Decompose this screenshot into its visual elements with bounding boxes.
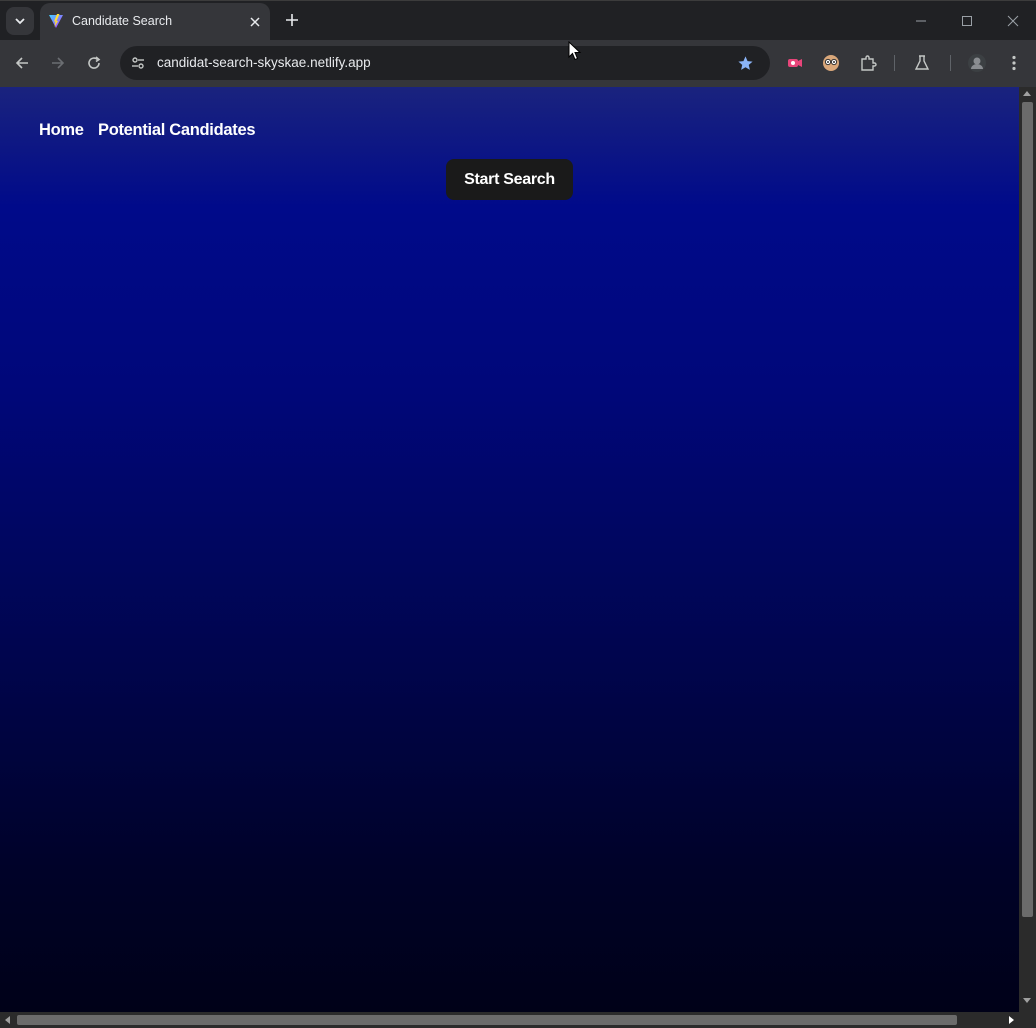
pink-video-extension-icon (788, 59, 802, 67)
scrollbar-corner (1019, 1012, 1036, 1028)
minimize-button[interactable] (909, 9, 933, 33)
tab-strip: Candidate Search (0, 0, 1036, 41)
browser-menu-button[interactable] (1003, 52, 1025, 74)
close-icon (250, 17, 260, 27)
vite-logo-icon (49, 14, 63, 28)
reload-icon (88, 56, 101, 69)
kebab-menu-icon (1012, 55, 1016, 71)
tune-icon (132, 57, 144, 69)
minimize-icon (916, 20, 926, 22)
plus-icon (286, 14, 298, 26)
tab-search-button[interactable] (6, 7, 34, 35)
extension-video-button[interactable] (784, 52, 806, 74)
extensions-button[interactable] (857, 52, 879, 74)
avatar-icon (968, 54, 986, 72)
chevron-down-icon (15, 18, 25, 25)
maximize-button[interactable] (955, 9, 979, 33)
nav-link-home[interactable]: Home (39, 121, 84, 140)
active-tab[interactable]: Candidate Search (40, 3, 270, 41)
horizontal-scrollbar[interactable] (0, 1012, 1019, 1028)
reload-button[interactable] (82, 51, 106, 75)
browser-toolbar: candidat-search-skyskae.netlify.app (0, 40, 1036, 87)
bookmark-button[interactable] (735, 53, 755, 73)
forward-arrow-icon (52, 57, 65, 69)
page-viewport: Home Potential Candidates Start Search (0, 87, 1019, 1012)
start-search-button[interactable]: Start Search (446, 159, 573, 200)
labs-button[interactable] (911, 52, 933, 74)
new-tab-button[interactable] (281, 9, 303, 31)
extension-face-button[interactable] (820, 52, 842, 74)
vertical-scrollbar[interactable] (1019, 87, 1036, 1012)
tab-title: Candidate Search (72, 14, 173, 28)
forward-button[interactable] (46, 51, 70, 75)
scroll-down-arrow-icon[interactable] (1023, 998, 1031, 1003)
flask-icon (914, 55, 930, 70)
back-button[interactable] (10, 51, 34, 75)
toolbar-separator (894, 55, 895, 71)
address-bar[interactable]: candidat-search-skyskae.netlify.app (120, 46, 770, 80)
puzzle-icon (861, 55, 877, 71)
url-text[interactable]: candidat-search-skyskae.netlify.app (157, 55, 371, 70)
close-window-button[interactable] (1001, 9, 1025, 33)
scroll-right-arrow-icon[interactable] (1009, 1016, 1014, 1024)
tab-close-button[interactable] (246, 13, 264, 31)
toolbar-separator (950, 55, 951, 71)
scroll-left-arrow-icon[interactable] (5, 1016, 10, 1024)
vertical-scroll-thumb[interactable] (1022, 102, 1033, 917)
nav-link-potential-candidates[interactable]: Potential Candidates (98, 121, 256, 140)
scroll-up-arrow-icon[interactable] (1023, 91, 1031, 96)
profile-button[interactable] (966, 52, 988, 74)
face-extension-icon (823, 55, 839, 71)
mouse-cursor-icon (568, 41, 582, 61)
star-icon (737, 55, 753, 70)
site-info-button[interactable] (126, 51, 150, 75)
back-arrow-icon (15, 57, 28, 69)
horizontal-scroll-thumb[interactable] (17, 1015, 957, 1025)
maximize-icon (962, 16, 972, 26)
close-window-icon (1007, 15, 1019, 27)
